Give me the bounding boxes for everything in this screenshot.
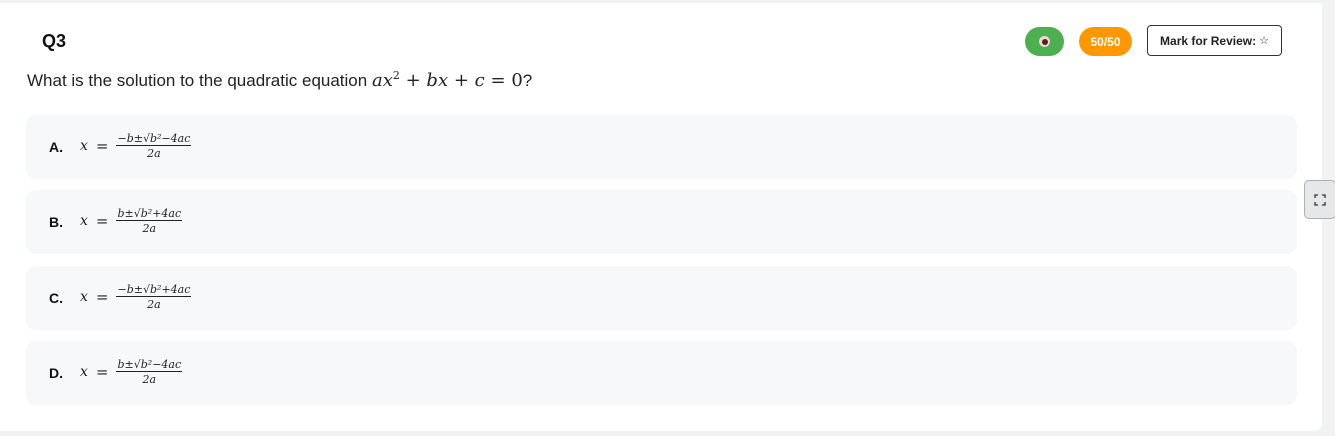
option-formula: x = b±√b²+4ac 2a bbox=[80, 207, 183, 235]
question-card: Q3 50/50 Mark for Review: ☆ What is the … bbox=[0, 3, 1322, 431]
mark-for-review-label: Mark for Review: bbox=[1160, 33, 1257, 48]
option-c[interactable]: C. x = −b±√b²+4ac 2a bbox=[26, 266, 1297, 330]
formula-denominator: 2a bbox=[147, 147, 161, 160]
formula-denominator: 2a bbox=[142, 222, 157, 235]
option-b[interactable]: B. x = b±√b²+4ac 2a bbox=[26, 190, 1297, 254]
option-d[interactable]: D. x = b±√b²−4ac 2a bbox=[26, 341, 1297, 405]
question-number: Q3 bbox=[42, 31, 67, 51]
question-equation: ax2 + bx + c = 0 bbox=[371, 69, 523, 91]
formula-denominator: 2a bbox=[142, 373, 157, 386]
formula-denominator: 2a bbox=[147, 298, 161, 311]
eye-icon bbox=[1039, 36, 1050, 47]
formula-numerator: b±√b²−4ac bbox=[116, 358, 183, 372]
formula-numerator: b±√b²+4ac bbox=[116, 207, 183, 221]
mark-for-review-button[interactable]: Mark for Review: ☆ bbox=[1147, 25, 1282, 56]
question-prompt: What is the solution to the quadratic eq… bbox=[27, 71, 368, 90]
expand-panel-button[interactable] bbox=[1304, 180, 1335, 219]
option-formula: x = −b±√b²+4ac 2a bbox=[80, 283, 192, 311]
question-suffix: ? bbox=[522, 71, 533, 90]
formula-numerator: −b±√b²+4ac bbox=[116, 283, 192, 297]
option-letter: D. bbox=[49, 365, 63, 381]
visibility-toggle-button[interactable] bbox=[1025, 27, 1064, 56]
question-text: What is the solution to the quadratic eq… bbox=[27, 69, 532, 91]
expand-icon bbox=[1314, 193, 1326, 206]
star-icon: ☆ bbox=[1259, 35, 1269, 47]
score-badge: 50/50 bbox=[1079, 27, 1132, 56]
option-letter: A. bbox=[49, 139, 63, 155]
formula-numerator: −b±√b²−4ac bbox=[116, 132, 192, 146]
option-letter: C. bbox=[49, 290, 63, 306]
option-letter: B. bbox=[49, 214, 63, 230]
option-a[interactable]: A. x = −b±√b²−4ac 2a bbox=[26, 115, 1297, 179]
option-formula: x = b±√b²−4ac 2a bbox=[80, 358, 183, 386]
option-formula: x = −b±√b²−4ac 2a bbox=[80, 132, 192, 160]
